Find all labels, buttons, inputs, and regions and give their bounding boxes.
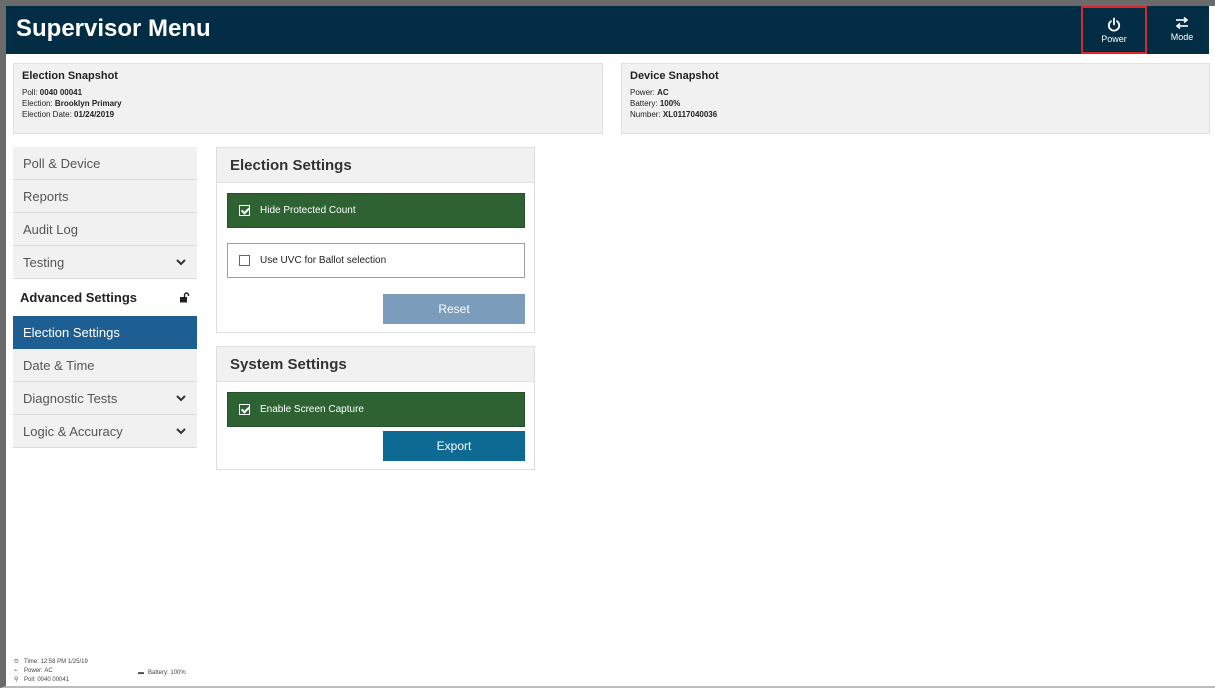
checkbox-icon[interactable] [239, 404, 250, 415]
checkbox-icon[interactable] [239, 255, 250, 266]
sidebar-item-testing[interactable]: Testing [13, 246, 197, 279]
sidebar-item-label: Poll & Device [23, 155, 101, 171]
plug-icon: ⌁ [14, 668, 18, 674]
enable-screen-capture-toggle[interactable]: Enable Screen Capture [227, 392, 525, 427]
swap-arrows-icon [1175, 16, 1189, 30]
status-footer: ⏲ Time: 12:58 PM 1/25/19 ⌁ Power: AC ⚲ P… [14, 658, 186, 685]
election-snapshot-panel: Election Snapshot Poll: 0040 00041 Elect… [13, 63, 603, 134]
sidebar-item-audit-log[interactable]: Audit Log [13, 213, 197, 246]
use-uvc-label: Use UVC for Ballot selection [260, 255, 387, 266]
power-icon [1107, 17, 1121, 32]
chevron-down-icon[interactable] [175, 392, 187, 404]
advanced-settings-heading: Advanced Settings [13, 279, 197, 316]
mode-button[interactable]: Mode [1149, 6, 1215, 54]
device-snapshot-number: Number: XL0117040036 [630, 110, 718, 119]
system-settings-card: System Settings Enable Screen Capture Ex… [216, 346, 535, 470]
footer-battery: ▬ Battery: 100% [138, 670, 186, 676]
sidebar-item-election-settings[interactable]: Election Settings [13, 316, 197, 349]
election-settings-card: Election Settings Hide Protected Count U… [216, 147, 535, 333]
clock-icon: ⏲ [14, 659, 19, 665]
battery-icon: ▬ [138, 670, 144, 676]
use-uvc-toggle[interactable]: Use UVC for Ballot selection [227, 243, 525, 278]
sidebar-item-label: Audit Log [23, 221, 78, 237]
top-bar: Supervisor Menu Power Mode [6, 6, 1209, 54]
device-snapshot-battery: Battery: 100% [630, 99, 681, 108]
footer-power: ⌁ Power: AC [14, 668, 53, 674]
device-snapshot-power: Power: AC [630, 88, 669, 97]
election-snapshot-title: Election Snapshot [22, 70, 118, 82]
sidebar-item-label: Diagnostic Tests [23, 390, 118, 406]
sidebar-item-label: Logic & Accuracy [23, 423, 123, 439]
sidebar-item-logic-accuracy[interactable]: Logic & Accuracy [13, 415, 197, 448]
election-settings-title: Election Settings [217, 148, 534, 183]
sidebar-item-label: Date & Time [23, 357, 95, 373]
checkbox-icon[interactable] [239, 205, 250, 216]
chevron-down-icon[interactable] [175, 256, 187, 268]
sidebar-item-reports[interactable]: Reports [13, 180, 197, 213]
enable-screen-capture-label: Enable Screen Capture [260, 404, 364, 415]
hide-protected-count-toggle[interactable]: Hide Protected Count [227, 193, 525, 228]
system-settings-title: System Settings [217, 347, 534, 382]
sidebar-nav: Poll & Device Reports Audit Log Testing … [13, 147, 197, 448]
sidebar-item-label: Election Settings [23, 324, 120, 340]
device-snapshot-title: Device Snapshot [630, 70, 719, 82]
sidebar-item-poll-device[interactable]: Poll & Device [13, 147, 197, 180]
sidebar-item-label: Reports [23, 188, 69, 204]
footer-time: ⏲ Time: 12:58 PM 1/25/19 [14, 659, 88, 665]
device-snapshot-panel: Device Snapshot Power: AC Battery: 100% … [621, 63, 1210, 134]
hide-protected-count-label: Hide Protected Count [260, 205, 356, 216]
election-snapshot-date: Election Date: 01/24/2019 [22, 110, 115, 119]
election-snapshot-election: Election: Brooklyn Primary [22, 99, 122, 108]
location-pin-icon: ⚲ [14, 677, 19, 683]
sidebar-item-label: Testing [23, 254, 65, 270]
unlocked-padlock-icon [180, 292, 190, 303]
sidebar-item-date-time[interactable]: Date & Time [13, 349, 197, 382]
power-button[interactable]: Power [1081, 6, 1147, 54]
chevron-down-icon[interactable] [175, 425, 187, 437]
export-button[interactable]: Export [383, 431, 525, 461]
section-label: Advanced Settings [20, 290, 138, 305]
power-button-label: Power [1101, 34, 1127, 44]
page-title: Supervisor Menu [16, 15, 211, 42]
reset-button[interactable]: Reset [383, 294, 525, 324]
footer-poll: ⚲ Poll: 0040 00041 [14, 677, 70, 683]
mode-button-label: Mode [1170, 32, 1194, 42]
election-snapshot-poll: Poll: 0040 00041 [22, 88, 83, 97]
sidebar-item-diagnostic-tests[interactable]: Diagnostic Tests [13, 382, 197, 415]
